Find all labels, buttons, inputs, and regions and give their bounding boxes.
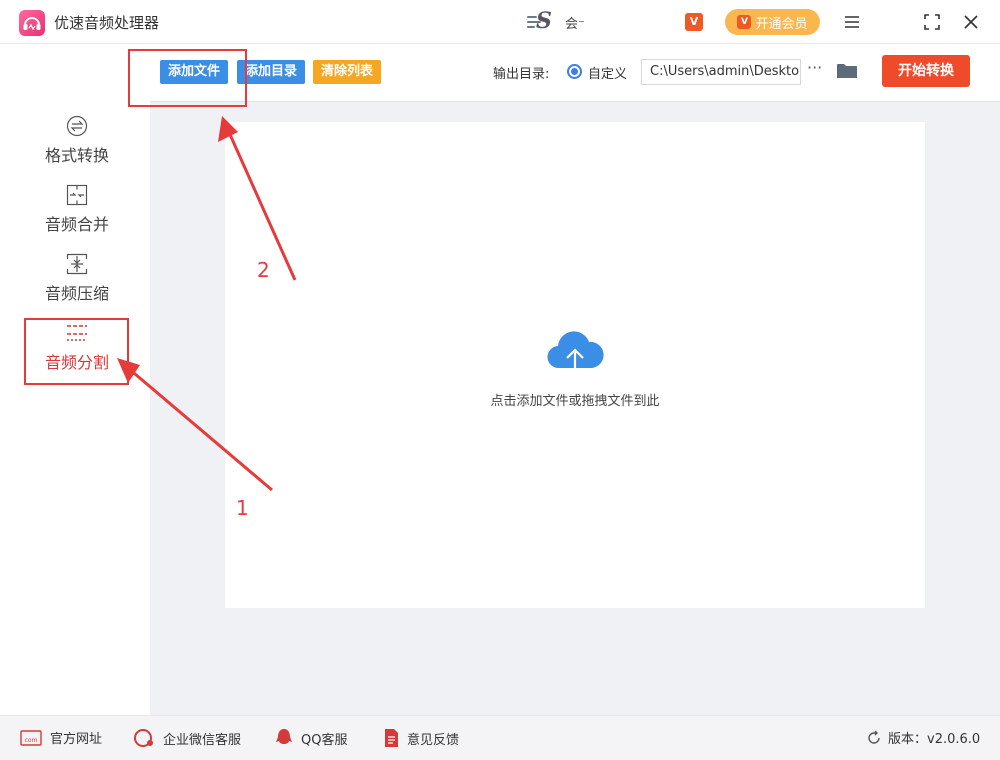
sidebar-item-label: 音频合并 — [44, 215, 109, 234]
custom-output-radio[interactable] — [567, 64, 582, 79]
cloud-upload-icon — [547, 331, 604, 377]
app-title: 优速音频处理器 — [54, 14, 160, 32]
sidebar-item-format-convert[interactable]: 格式转换 — [25, 115, 129, 179]
feedback-icon — [385, 729, 398, 747]
feedback-link[interactable]: 意见反馈 — [383, 728, 459, 748]
sidebar-item-label: 格式转换 — [44, 146, 109, 165]
refresh-icon — [868, 730, 880, 744]
menu-icon[interactable] — [840, 10, 864, 34]
more-options-icon[interactable]: ··· — [807, 58, 822, 77]
feedback-label: 意见反馈 — [407, 732, 460, 748]
svg-text:com: com — [25, 737, 38, 744]
annotation-box-audio-split — [24, 318, 129, 385]
file-drop-zone[interactable]: 点击添加文件或拖拽文件到此 — [225, 122, 925, 608]
maximize-icon[interactable] — [920, 10, 944, 34]
footer: com 官方网址 企业微信客服 QQ客服 意见反馈 版本：v2.0.6.0 — [0, 715, 1000, 760]
sidebar-item-audio-merge[interactable]: 音频合并 — [25, 184, 129, 248]
open-vip-button[interactable]: V 开通会员 — [725, 9, 820, 35]
qq-service-link[interactable]: QQ客服 — [275, 728, 347, 748]
app-logo-icon — [19, 10, 45, 36]
website-link[interactable]: com 官方网址 — [20, 728, 102, 747]
user-avatar-icon: S — [527, 8, 557, 34]
website-label: 官方网址 — [50, 732, 103, 747]
sidebar-item-label: 音频压缩 — [44, 284, 109, 303]
version-label: 版本：v2.0.6.0 — [888, 732, 981, 747]
website-icon: com — [20, 729, 42, 746]
start-convert-button[interactable]: 开始转换 — [882, 55, 970, 87]
user-account[interactable]: S 会⁻ — [527, 8, 585, 34]
annotation-step-1: 1 — [236, 496, 249, 520]
wechat-service-link[interactable]: 企业微信客服 — [133, 728, 241, 748]
qq-label: QQ客服 — [301, 732, 348, 748]
compress-icon — [66, 253, 88, 275]
output-dir-label: 输出目录: — [493, 67, 550, 82]
version-info[interactable]: 版本：v2.0.6.0 — [866, 728, 980, 747]
user-name: 会⁻ — [565, 16, 585, 32]
annotation-step-2: 2 — [257, 258, 270, 282]
title-bar: 优速音频处理器 S 会⁻ V V 开通会员 — [0, 0, 1000, 44]
toolbar: 添加文件 添加目录 清除列表 输出目录: 自定义 C:\Users\admin\… — [150, 45, 1000, 102]
close-icon[interactable] — [959, 10, 983, 34]
folder-icon[interactable] — [837, 63, 857, 79]
annotation-box-add-file — [128, 49, 247, 107]
drop-hint-text: 点击添加文件或拖拽文件到此 — [490, 394, 660, 409]
convert-icon — [66, 115, 88, 137]
main-panel: 添加文件 添加目录 清除列表 输出目录: 自定义 C:\Users\admin\… — [150, 45, 1000, 715]
vip-badge-icon[interactable]: V — [685, 13, 703, 31]
custom-option-label[interactable]: 自定义 — [588, 63, 627, 82]
sidebar-item-audio-compress[interactable]: 音频压缩 — [25, 253, 129, 317]
wechat-label: 企业微信客服 — [163, 732, 242, 748]
vip-mini-icon: V — [737, 15, 752, 29]
add-folder-button[interactable]: 添加目录 — [237, 60, 306, 84]
merge-icon — [66, 184, 88, 206]
wechat-icon — [134, 729, 153, 747]
open-vip-label: 开通会员 — [755, 16, 808, 32]
clear-list-button[interactable]: 清除列表 — [313, 60, 382, 84]
qq-icon — [276, 729, 292, 744]
output-path-field[interactable]: C:\Users\admin\Deskto — [641, 59, 801, 85]
